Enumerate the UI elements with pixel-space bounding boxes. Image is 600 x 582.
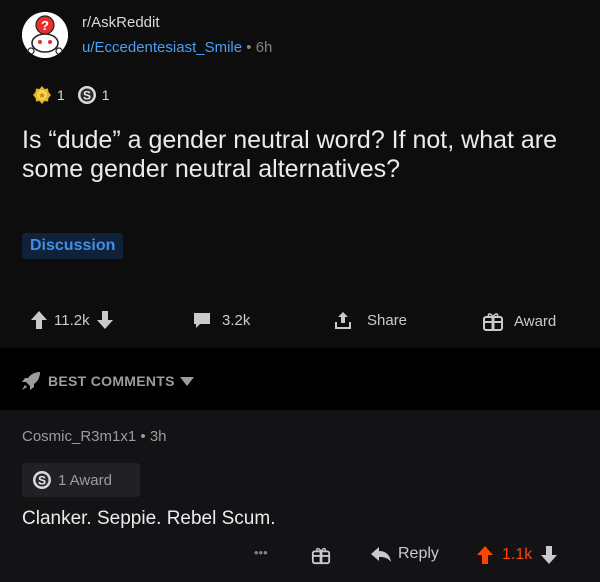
reply-label: Reply bbox=[398, 545, 439, 562]
gift-icon bbox=[483, 313, 503, 331]
gold-award-count: 1 bbox=[57, 87, 65, 103]
subreddit-name[interactable]: r/AskReddit bbox=[82, 14, 160, 31]
upvote-icon[interactable] bbox=[30, 310, 48, 330]
comment-vote-group: 1.1k bbox=[476, 545, 558, 565]
comment-meta: Cosmic_R3m1x1 • 3h bbox=[22, 428, 167, 445]
post-vote-count: 11.2k bbox=[54, 311, 90, 329]
gold-award-icon bbox=[33, 86, 51, 104]
chevron-down-icon bbox=[179, 377, 194, 386]
svg-text:S: S bbox=[83, 89, 91, 103]
share-icon bbox=[335, 312, 351, 329]
comments-button[interactable]: 3.2k bbox=[192, 310, 250, 330]
comment-count: 3.2k bbox=[222, 311, 251, 329]
reply-button[interactable]: Reply bbox=[370, 545, 439, 563]
silver-award-icon: S bbox=[33, 471, 51, 489]
post-meta: u/Eccedentesiast_Smile • 6h bbox=[82, 39, 272, 56]
svg-text:?: ? bbox=[41, 18, 49, 33]
downvote-icon[interactable] bbox=[96, 310, 114, 330]
award-label: Award bbox=[514, 312, 557, 330]
share-button[interactable]: Share bbox=[333, 310, 407, 330]
svg-text:S: S bbox=[38, 474, 46, 488]
comment-author[interactable]: Cosmic_R3m1x1 bbox=[22, 428, 136, 445]
comment-award-button[interactable] bbox=[311, 545, 331, 565]
meta-separator: • bbox=[246, 39, 252, 56]
comment-age: 3h bbox=[149, 428, 167, 445]
sort-dropdown[interactable]: BEST COMMENTS bbox=[20, 370, 195, 392]
comment-icon bbox=[194, 313, 210, 328]
post-awards[interactable]: 1 S 1 bbox=[32, 85, 122, 105]
post-author[interactable]: u/Eccedentesiast_Smile bbox=[82, 39, 242, 56]
silver-award-count: 1 bbox=[101, 87, 110, 103]
askreddit-icon: ? bbox=[22, 12, 68, 58]
downvote-icon[interactable] bbox=[540, 545, 558, 565]
comment-body[interactable]: Clanker. Seppie. Rebel Scum. bbox=[22, 508, 275, 530]
comment-award-label: 1 Award bbox=[58, 471, 112, 489]
sort-label: BEST COMMENTS bbox=[48, 373, 175, 389]
post-age: 6h bbox=[255, 39, 273, 56]
gift-icon bbox=[311, 547, 331, 565]
post-flair[interactable]: Discussion bbox=[22, 233, 124, 259]
comment-awards[interactable]: S 1 Award bbox=[22, 463, 140, 497]
silver-award-icon: S bbox=[77, 86, 96, 104]
upvote-icon[interactable] bbox=[476, 545, 494, 565]
rocket-icon bbox=[22, 372, 40, 390]
award-button[interactable]: Award bbox=[482, 310, 556, 332]
comment-separator: • bbox=[140, 428, 146, 445]
reply-icon bbox=[371, 547, 391, 562]
post-title[interactable]: Is “dude” a gender neutral word? If not,… bbox=[22, 126, 562, 184]
post-vote-group: 11.2k bbox=[30, 310, 114, 330]
post-action-bar: 11.2k 3.2k Share Award bbox=[0, 306, 600, 336]
comment-vote-count: 1.1k bbox=[502, 546, 533, 563]
more-options-button[interactable]: ••• bbox=[254, 545, 268, 560]
subreddit-avatar[interactable]: ? bbox=[22, 12, 68, 58]
share-label: Share bbox=[367, 311, 408, 329]
